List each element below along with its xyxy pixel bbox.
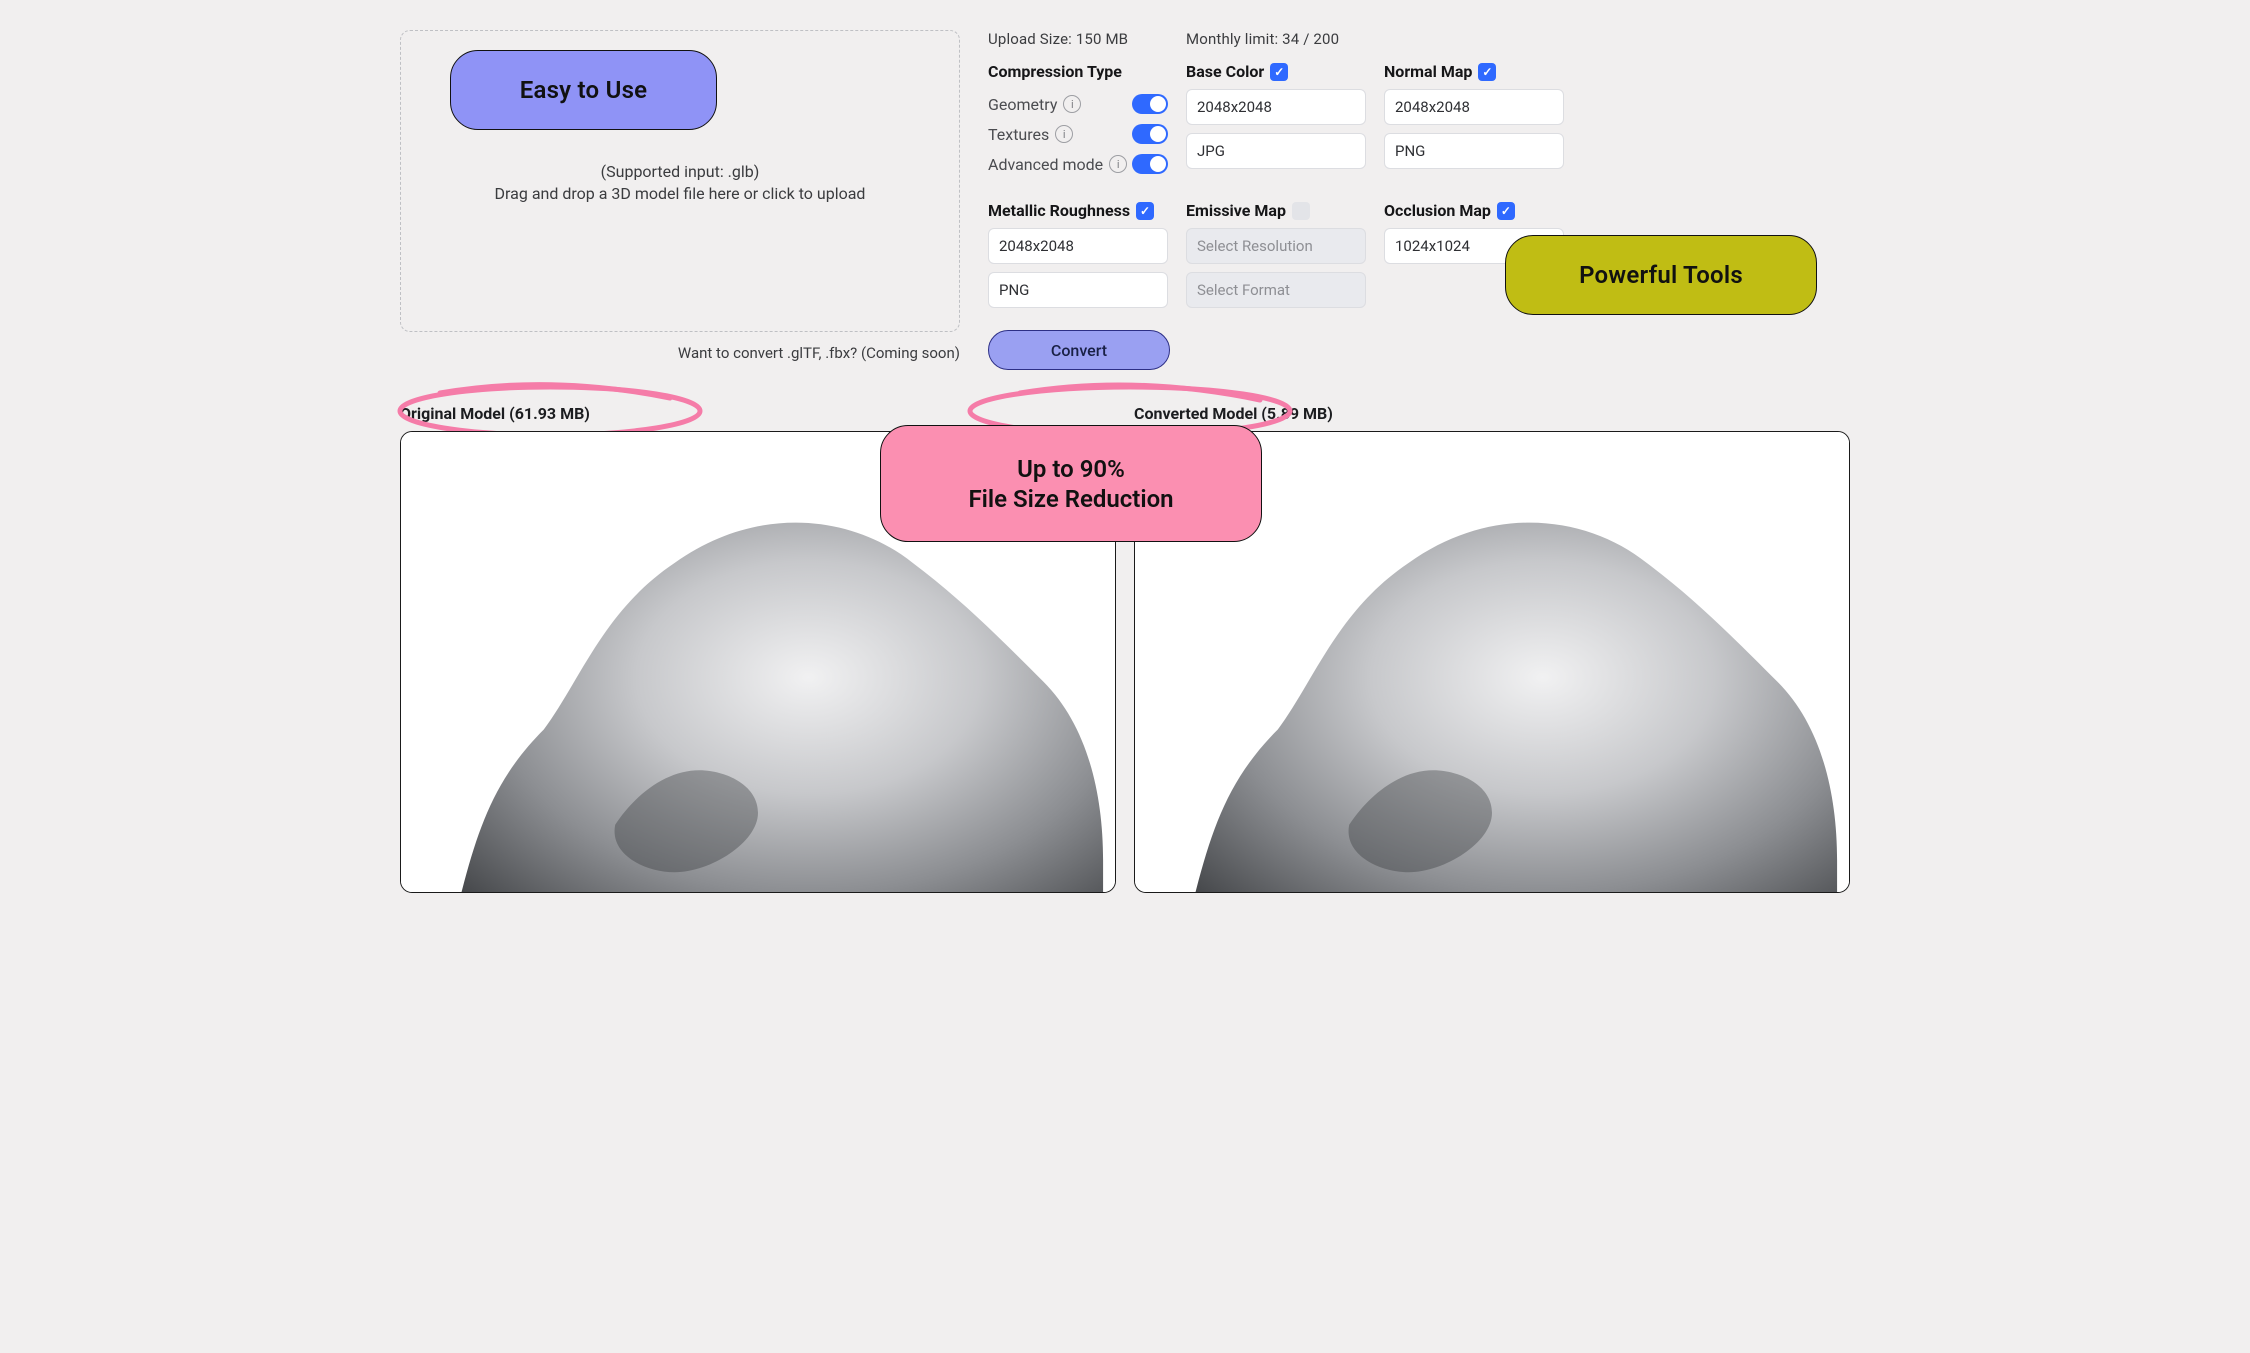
info-icon[interactable]: i <box>1055 125 1073 143</box>
base-color-resolution-value: 2048x2048 <box>1197 98 1272 116</box>
coming-soon-text: Want to convert .glTF, .fbx? (Coming soo… <box>400 344 960 362</box>
toggle-geometry[interactable] <box>1132 94 1168 114</box>
compression-type-title: Compression Type <box>988 62 1168 81</box>
info-icon[interactable]: i <box>1109 155 1127 173</box>
select-metallic-roughness-resolution[interactable]: 2048x2048 <box>988 228 1168 264</box>
select-base-color-format[interactable]: JPG <box>1186 133 1366 169</box>
normal-map-title: Normal Map <box>1384 62 1472 81</box>
checkbox-normal-map[interactable] <box>1478 63 1496 81</box>
toggle-textures-label: Textures <box>988 125 1049 144</box>
compression-type-title-text: Compression Type <box>988 62 1122 81</box>
convert-button-label: Convert <box>1051 341 1107 360</box>
occlusion-map-title: Occlusion Map <box>1384 201 1491 220</box>
callout-easy-label: Easy to Use <box>520 76 648 104</box>
compression-type-column: Compression Type Geometry i Tex <box>988 62 1168 179</box>
original-model-label: Original Model (61.93 MB) <box>400 404 1116 423</box>
callout-file-size-reduction: Up to 90% File Size Reduction <box>880 425 1262 542</box>
occlusion-map-resolution-value: 1024x1024 <box>1395 237 1470 255</box>
dropzone-instructions: Drag and drop a 3D model file here or cl… <box>401 183 959 205</box>
emissive-map-column: Emissive Map Select Resolution Select Fo… <box>1186 201 1366 308</box>
emissive-map-title: Emissive Map <box>1186 201 1286 220</box>
normal-map-resolution-value: 2048x2048 <box>1395 98 1470 116</box>
toggle-row-geometry: Geometry i <box>988 89 1168 119</box>
metallic-roughness-title: Metallic Roughness <box>988 201 1130 220</box>
select-base-color-resolution[interactable]: 2048x2048 <box>1186 89 1366 125</box>
checkbox-metallic-roughness[interactable] <box>1136 202 1154 220</box>
toggle-row-advanced: Advanced mode i <box>988 149 1168 179</box>
base-color-title: Base Color <box>1186 62 1264 81</box>
info-icon[interactable]: i <box>1063 95 1081 113</box>
toggle-advanced-mode[interactable] <box>1132 154 1168 174</box>
toggle-row-textures: Textures i <box>988 119 1168 149</box>
metallic-roughness-resolution-value: 2048x2048 <box>999 237 1074 255</box>
toggle-geometry-label: Geometry <box>988 95 1057 114</box>
checkbox-base-color[interactable] <box>1270 63 1288 81</box>
callout-powerful-tools: Powerful Tools <box>1505 235 1817 315</box>
callout-reduction-line2: File Size Reduction <box>968 484 1173 514</box>
select-normal-map-resolution[interactable]: 2048x2048 <box>1384 89 1564 125</box>
normal-map-column: Normal Map 2048x2048 PNG <box>1384 62 1564 169</box>
select-emissive-map-resolution[interactable]: Select Resolution <box>1186 228 1366 264</box>
supported-input-text: (Supported input: .glb) <box>401 161 959 183</box>
emissive-map-resolution-placeholder: Select Resolution <box>1197 237 1313 255</box>
base-color-column: Base Color 2048x2048 JPG <box>1186 62 1366 169</box>
base-color-format-value: JPG <box>1197 142 1225 160</box>
monthly-limit-label: Monthly limit: 34 / 200 <box>1186 30 1366 48</box>
metallic-roughness-format-value: PNG <box>999 281 1029 299</box>
converted-model-label: Converted Model (5.89 MB) <box>1134 404 1850 423</box>
normal-map-format-value: PNG <box>1395 142 1425 160</box>
checkbox-occlusion-map[interactable] <box>1497 202 1515 220</box>
callout-powerful-label: Powerful Tools <box>1579 261 1743 289</box>
emissive-map-format-placeholder: Select Format <box>1197 281 1290 299</box>
select-emissive-map-format[interactable]: Select Format <box>1186 272 1366 308</box>
metallic-roughness-column: Metallic Roughness 2048x2048 PNG <box>988 201 1168 308</box>
callout-reduction-line1: Up to 90% <box>1017 454 1125 484</box>
callout-easy-to-use: Easy to Use <box>450 50 717 130</box>
convert-button[interactable]: Convert <box>988 330 1170 370</box>
select-normal-map-format[interactable]: PNG <box>1384 133 1564 169</box>
select-metallic-roughness-format[interactable]: PNG <box>988 272 1168 308</box>
toggle-textures[interactable] <box>1132 124 1168 144</box>
upload-size-label: Upload Size: 150 MB <box>988 30 1168 48</box>
checkbox-emissive-map[interactable] <box>1292 202 1310 220</box>
toggle-advanced-label: Advanced mode <box>988 155 1103 174</box>
